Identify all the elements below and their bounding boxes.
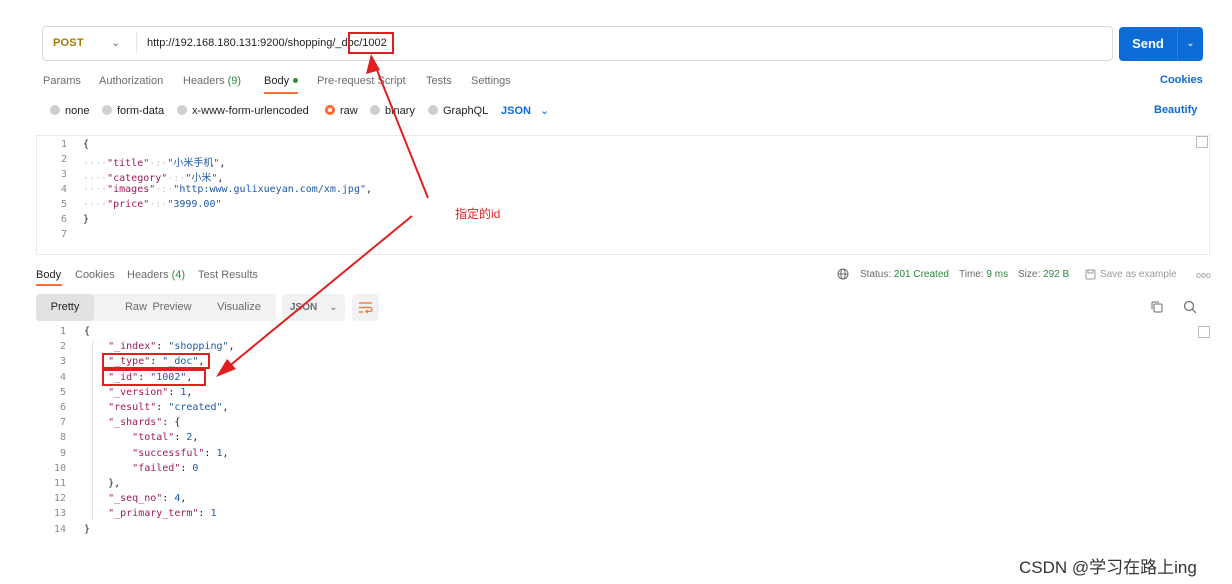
annotation-arrows xyxy=(216,54,429,377)
watermark: CSDN @学习在路上ing xyxy=(1019,558,1197,577)
annotation-note: 指定的id xyxy=(455,207,501,221)
